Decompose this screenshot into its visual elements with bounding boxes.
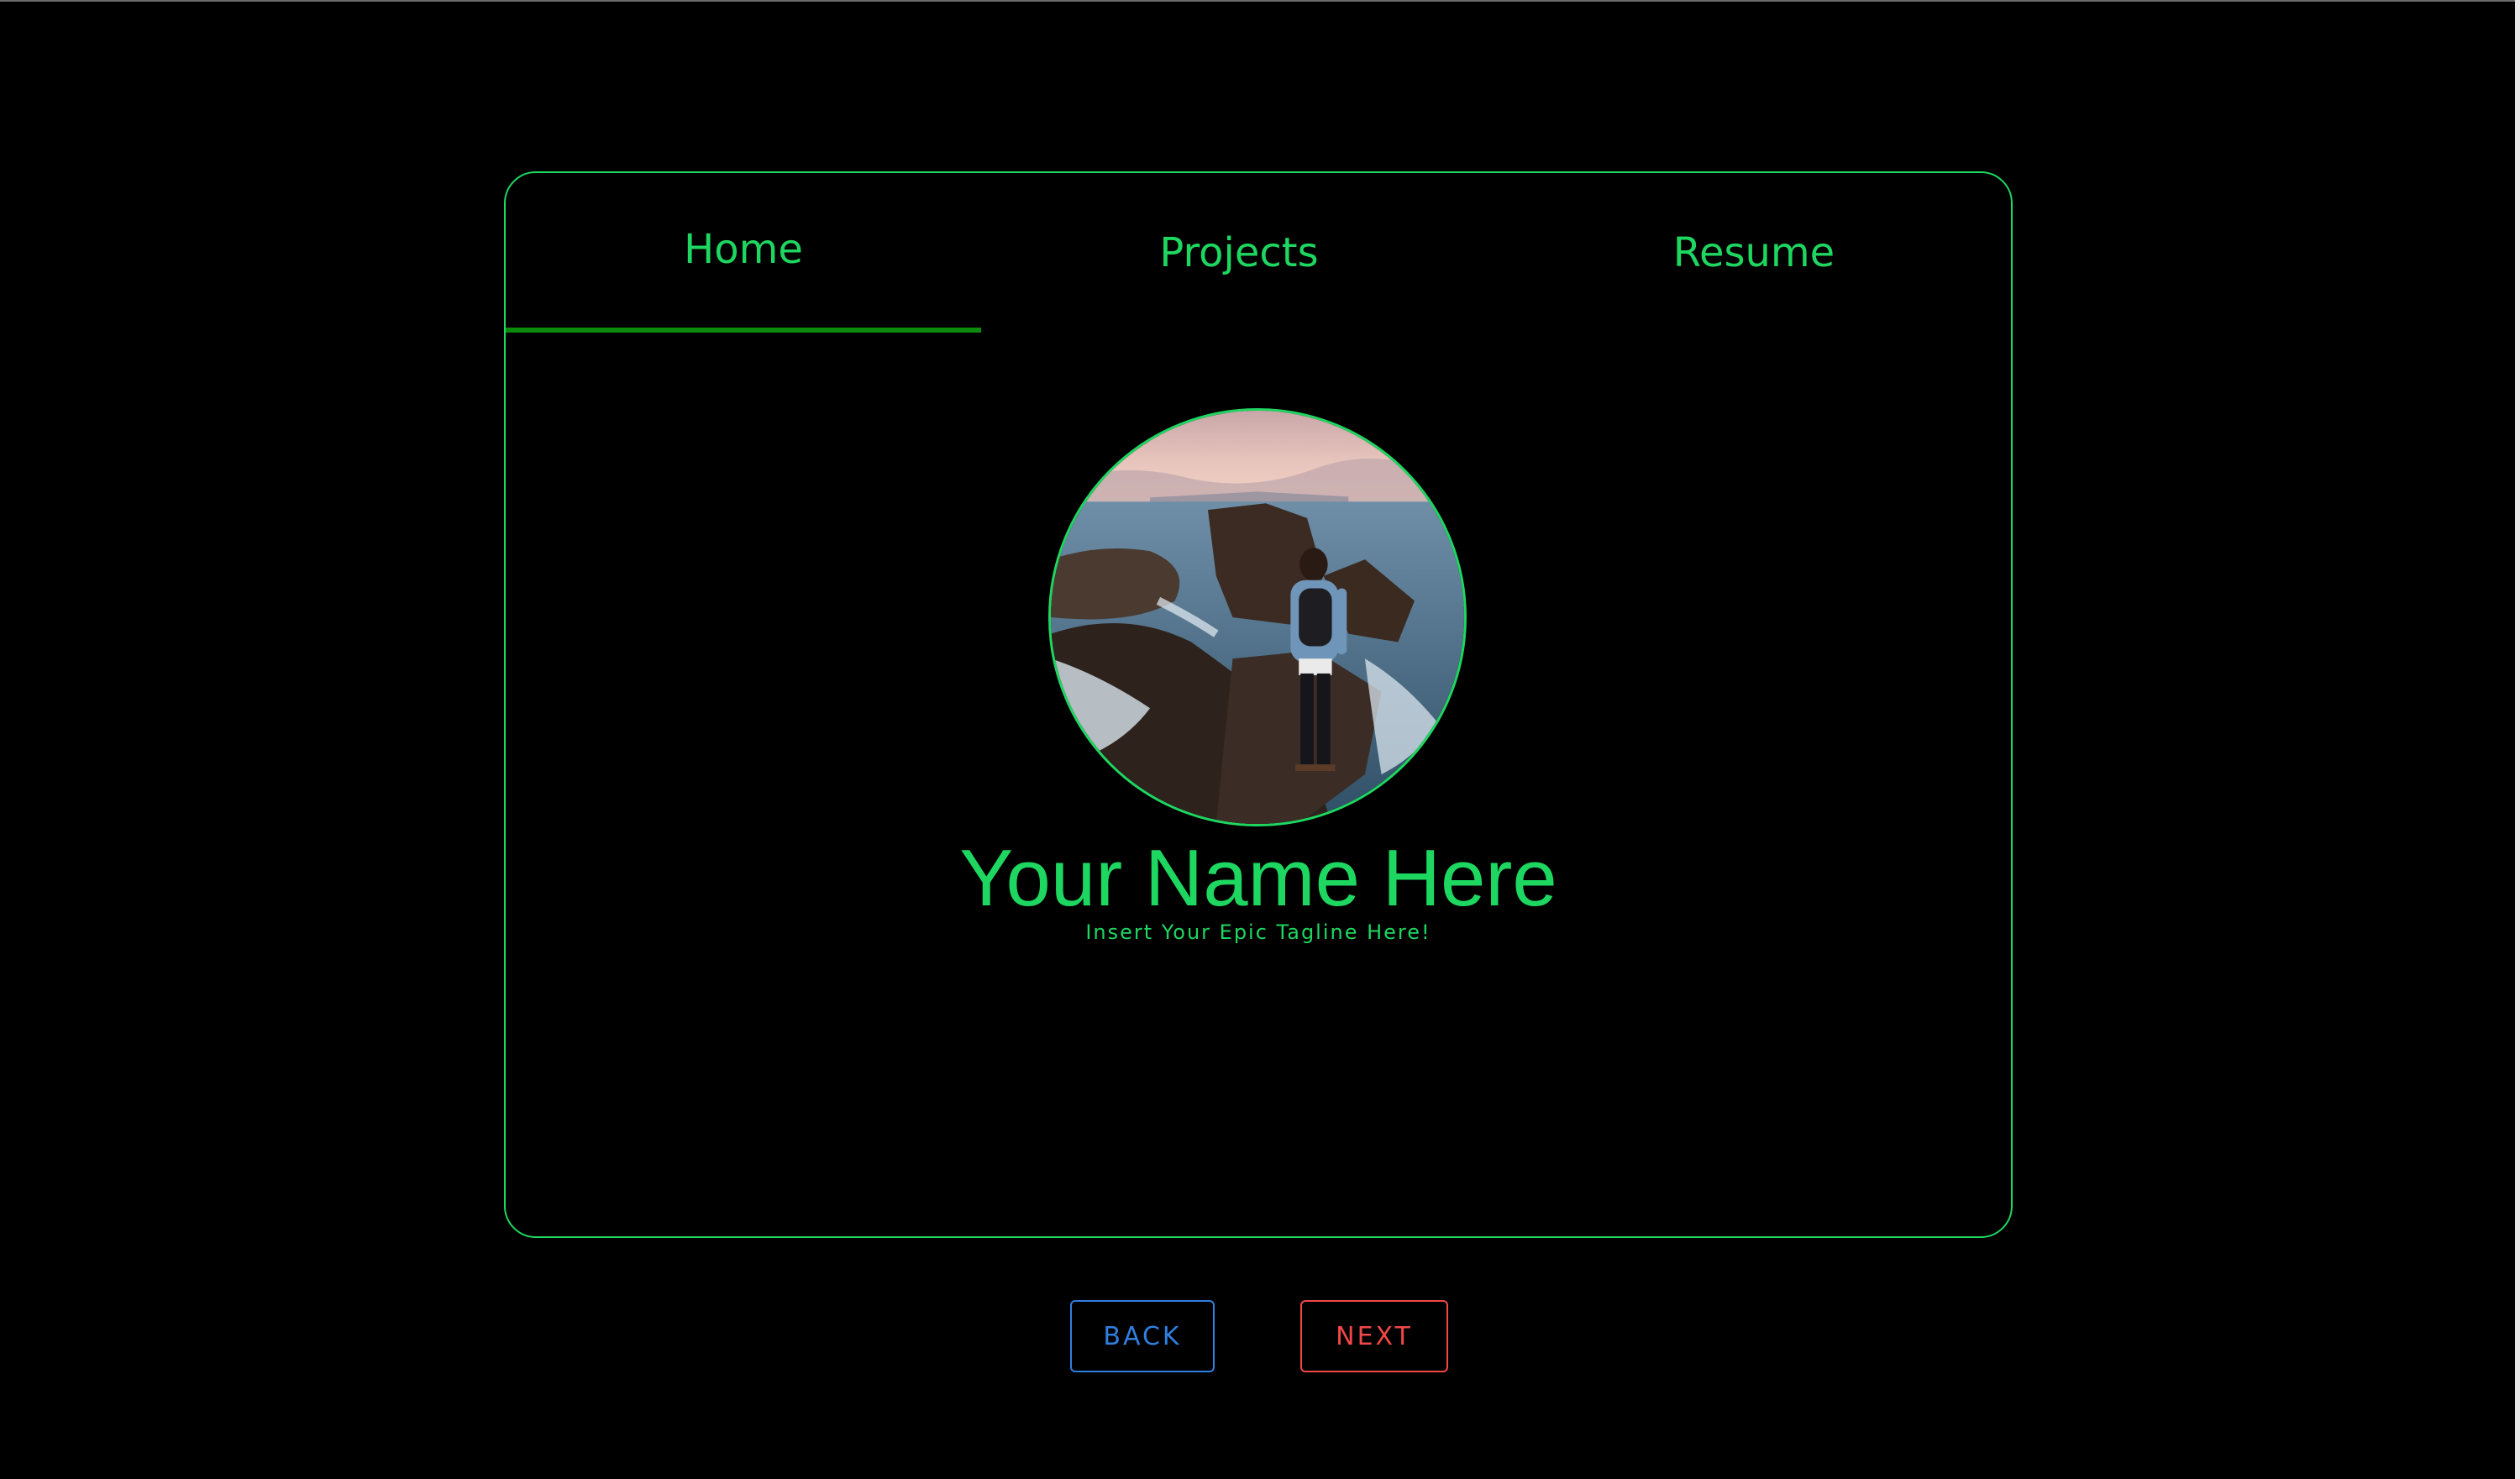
profile-photo [1051, 411, 1464, 824]
tab-bar: Home Projects Resume [506, 173, 2011, 333]
tab-projects[interactable]: Projects [981, 173, 1497, 333]
profile-name: Your Name Here [959, 833, 1557, 923]
portfolio-card: Home Projects Resume Your Name Here Inse… [504, 171, 2013, 1238]
next-button[interactable]: NEXT [1300, 1300, 1448, 1372]
top-border-line [0, 0, 2515, 2]
back-button[interactable]: BACK [1070, 1300, 1215, 1372]
profile-avatar [1048, 408, 1467, 826]
active-tab-indicator [506, 328, 981, 333]
tab-home[interactable]: Home [506, 170, 981, 329]
profile-tagline: Insert Your Epic Tagline Here! [1085, 920, 1431, 944]
scrollbar[interactable] [2515, 0, 2520, 1479]
tab-resume[interactable]: Resume [1497, 173, 2011, 333]
